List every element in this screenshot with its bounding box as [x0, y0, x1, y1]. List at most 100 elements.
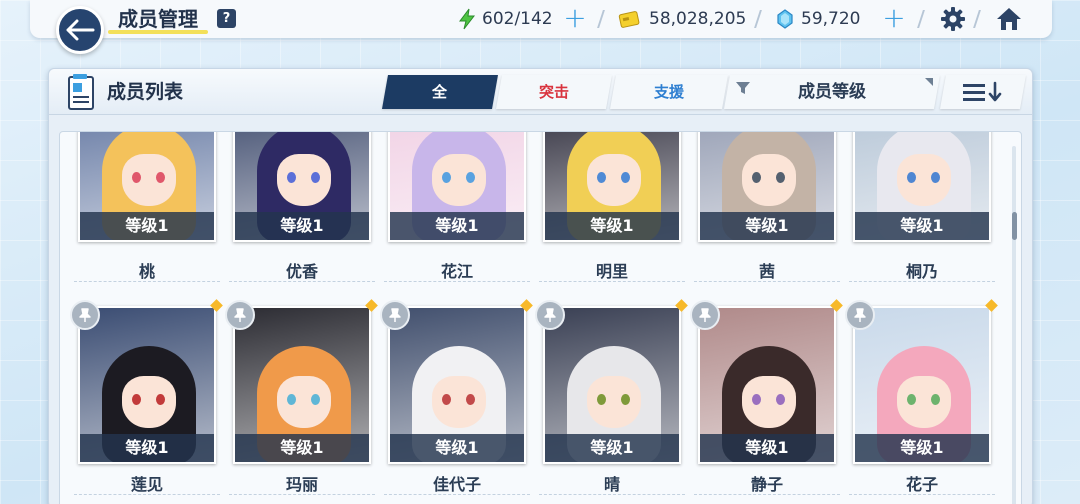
pin-button[interactable] [225, 300, 255, 330]
level-badge: 等级1 [235, 212, 369, 240]
portrait-eye [931, 394, 940, 405]
panel-title: 成员列表 [107, 81, 184, 103]
tab-support[interactable]: 支援 [610, 75, 728, 109]
home-button[interactable] [994, 4, 1024, 34]
member-list[interactable]: 等级1 桃等级1 优香 等级1 花江 等级1 明里 等级1 茜等级1 桐乃 等级1 莲见 等级1 玛丽 等级… [59, 131, 1022, 504]
tab-strike[interactable]: 突击 [496, 75, 612, 109]
member-name: 晴 [603, 475, 620, 494]
member-name: 桐乃 [905, 262, 938, 281]
member-name: 明里 [595, 262, 628, 281]
sort-order-button[interactable] [940, 75, 1026, 109]
lightning-icon [459, 8, 476, 30]
pin-button[interactable] [690, 300, 720, 330]
arrow-left-icon [66, 19, 95, 41]
member-portrait[interactable]: 等级1 [543, 132, 681, 242]
member-name: 茜 [758, 262, 775, 281]
member-portrait[interactable]: 等级1 [233, 306, 371, 464]
member-portrait[interactable]: 等级1 [233, 132, 371, 242]
sort-dropdown[interactable]: 成员等级 [724, 75, 940, 109]
member-portrait[interactable]: 等级1 [78, 306, 216, 464]
tab-all-label: 全 [432, 83, 448, 101]
pin-button[interactable] [845, 300, 875, 330]
pyroxene-value: 59,720 [801, 9, 861, 29]
portrait-eye [907, 394, 916, 405]
portrait-eye [621, 172, 630, 183]
member-portrait[interactable]: 等级1 [388, 306, 526, 464]
level-badge: 等级1 [700, 212, 834, 240]
tab-strike-label: 突击 [538, 83, 569, 101]
filter-tabs: 全 突击 支援 [382, 75, 729, 109]
add-pyroxene-button[interactable]: + [881, 4, 907, 32]
settings-button[interactable] [938, 4, 968, 34]
member-portrait[interactable]: 等级1 [698, 306, 836, 464]
member-portrait[interactable]: 等级1 [853, 306, 991, 464]
portrait-eye [597, 172, 606, 183]
member-portrait[interactable]: 等级1 [853, 132, 991, 242]
member-name: 莲见 [130, 475, 163, 494]
level-badge: 等级1 [545, 434, 679, 462]
portrait-face [277, 376, 331, 428]
back-button[interactable] [56, 6, 104, 54]
pin-button[interactable] [70, 300, 100, 330]
member-name: 静子 [750, 475, 783, 494]
row-divider [384, 281, 530, 282]
portrait-eye [311, 172, 320, 183]
level-badge: 等级1 [855, 434, 989, 462]
portrait-face [122, 376, 176, 428]
row-divider [539, 494, 685, 495]
level-badge: 等级1 [390, 434, 524, 462]
gear-icon [941, 7, 965, 31]
member-portrait[interactable]: 等级1 [78, 132, 216, 242]
dropdown-corner-icon [925, 78, 933, 86]
help-icon[interactable]: ? [217, 9, 236, 28]
member-name: 花子 [905, 475, 938, 494]
credit-card-icon [618, 11, 640, 28]
member-portrait[interactable]: 等级1 [543, 306, 681, 464]
pin-icon [79, 308, 91, 322]
portrait-eye [311, 394, 320, 405]
portrait-eye [752, 172, 761, 183]
portrait-eye [466, 172, 475, 183]
portrait-eye [442, 394, 451, 405]
member-portrait[interactable]: 等级1 [698, 132, 836, 242]
row-divider [74, 494, 220, 495]
member-name: 桃 [138, 262, 155, 281]
portrait-eye [287, 172, 296, 183]
scrollbar-thumb[interactable] [1012, 212, 1017, 240]
level-badge: 等级1 [390, 212, 524, 240]
portrait-eye [931, 172, 940, 183]
tab-all[interactable]: 全 [382, 75, 498, 109]
pin-icon [854, 308, 866, 322]
row-divider [694, 494, 840, 495]
portrait-face [587, 154, 641, 206]
filter-icon [736, 82, 750, 94]
portrait-eye [132, 394, 141, 405]
portrait-eye [776, 394, 785, 405]
row-divider [229, 281, 375, 282]
portrait-face [742, 154, 796, 206]
level-badge: 等级1 [700, 434, 834, 462]
portrait-face [122, 154, 176, 206]
stamina-value: 602/142 [482, 9, 553, 29]
sort-label: 成员等级 [798, 82, 866, 102]
add-stamina-button[interactable]: + [562, 4, 588, 32]
pin-button[interactable] [380, 300, 410, 330]
row-divider [849, 494, 995, 495]
title-underline [108, 30, 208, 34]
pin-button[interactable] [535, 300, 565, 330]
portrait-eye [156, 172, 165, 183]
portrait-face [432, 154, 486, 206]
pin-icon [389, 308, 401, 322]
portrait-eye [287, 394, 296, 405]
member-name: 佳代子 [432, 475, 481, 494]
row-divider [384, 494, 530, 495]
member-list-icon [68, 74, 94, 110]
row-divider [694, 281, 840, 282]
portrait-face [742, 376, 796, 428]
crystal-icon [777, 9, 793, 29]
sort-descending-icon [963, 81, 1002, 102]
scrollbar-track[interactable] [1012, 146, 1016, 504]
portrait-face [897, 376, 951, 428]
member-portrait[interactable]: 等级1 [388, 132, 526, 242]
row-divider [849, 281, 995, 282]
